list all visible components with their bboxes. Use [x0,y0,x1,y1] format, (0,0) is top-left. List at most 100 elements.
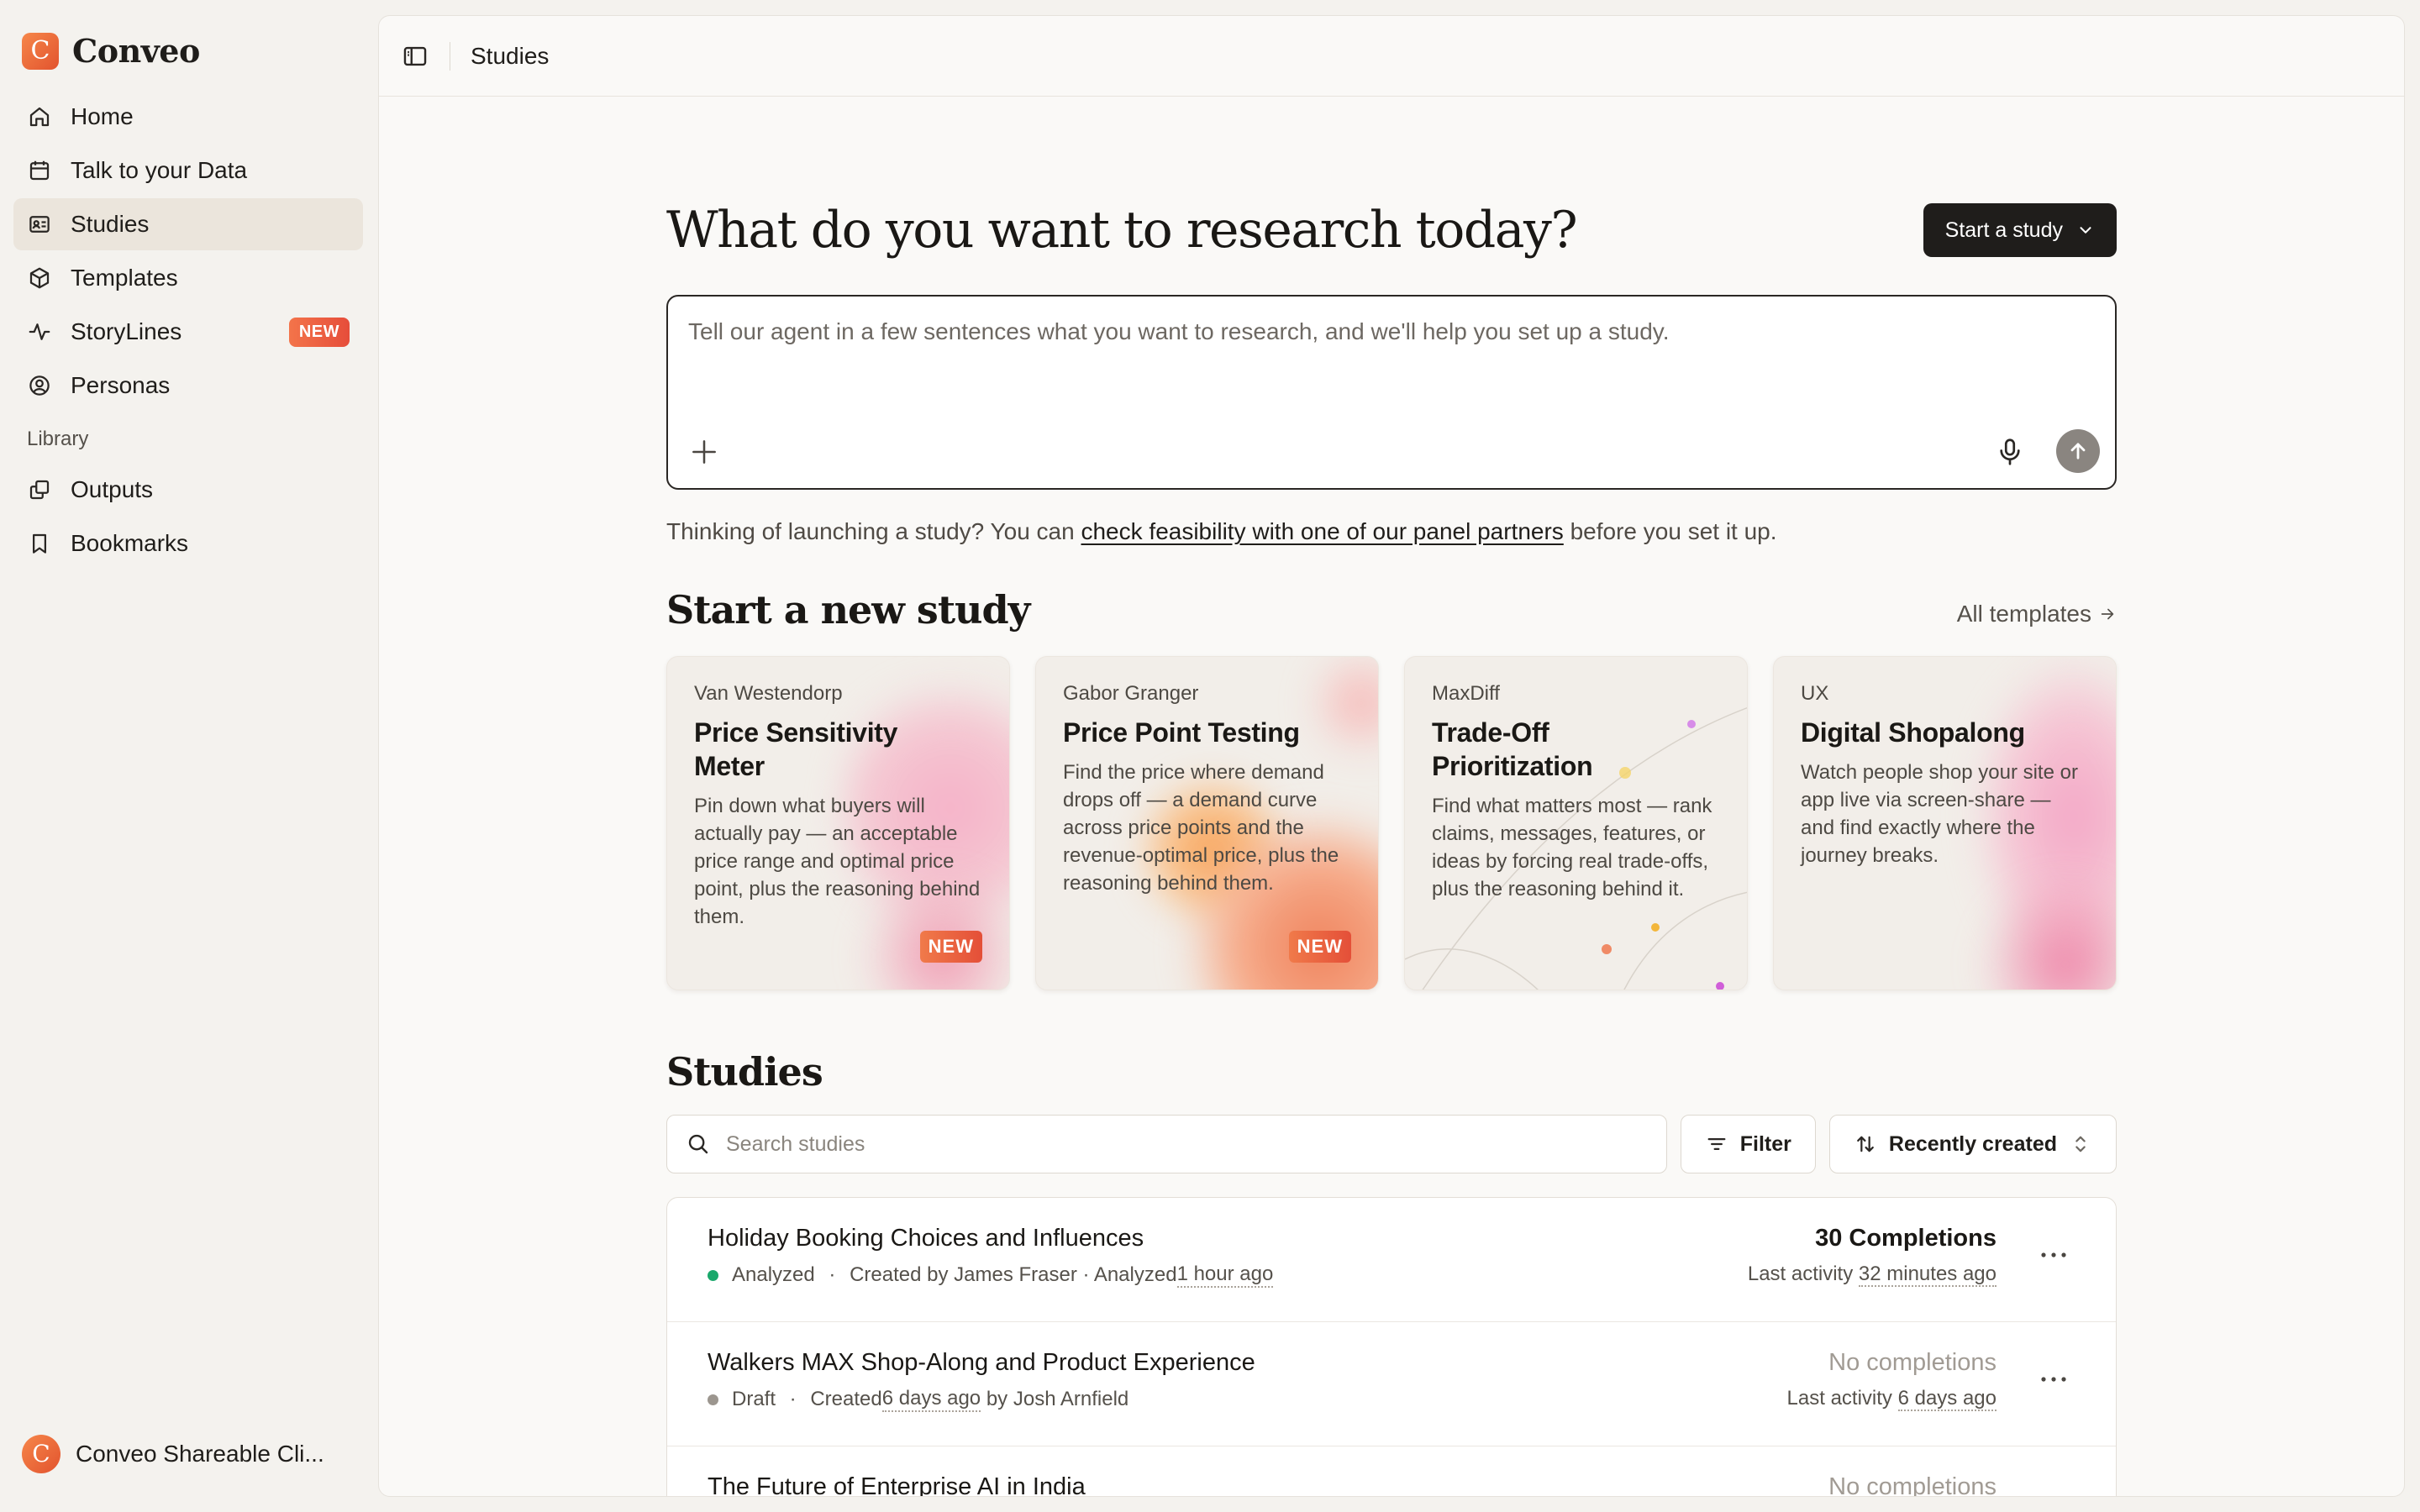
breadcrumb: Studies [471,42,550,69]
studies-toolbar: Filter Recently created [666,1115,2117,1173]
sidebar-item-studies[interactable]: Studies [13,198,363,250]
search-icon [688,1134,708,1154]
table-row[interactable]: Holiday Booking Choices and Influences A… [667,1198,2116,1322]
template-card-digital-shopalong[interactable]: UX Digital Shopalong Watch people shop y… [1773,656,2117,990]
template-card-price-point[interactable]: Gabor Granger Price Point Testing Find t… [1035,656,1379,990]
last-activity-time: 6 days ago [1897,1387,1996,1411]
study-stats: No completions Last activity 6 days ago [1787,1349,1996,1411]
study-stats: 30 Completions Last activity 32 minutes … [1747,1225,1996,1287]
pulse-icon [29,323,50,340]
study-meta-text: Created [810,1388,882,1410]
workspace-name: Conveo Shareable Cli... [76,1441,324,1467]
study-meta-text: Created by James Fraser · Analyzed [850,1263,1177,1286]
card-description: Watch people shop your site or app live … [1801,761,2078,867]
studies-title: Studies [666,1049,823,1095]
topbar: Studies [379,16,2404,97]
brand[interactable]: C Conveo [22,32,200,70]
last-activity-label: Last activity [1747,1263,1859,1285]
templates-title: Start a new study [666,587,1030,633]
more-options-icon[interactable] [2039,1373,2069,1386]
table-row[interactable]: Walkers MAX Shop-Along and Product Exper… [667,1322,2116,1446]
sidebar-item-outputs[interactable]: Outputs [13,464,363,516]
sort-select[interactable]: Recently created [1828,1115,2117,1173]
workspace-switcher[interactable]: C Conveo Shareable Cli... [22,1435,350,1473]
completions-count: 30 Completions [1815,1225,1996,1252]
box-icon [29,267,50,289]
status-badge: Draft [732,1388,776,1410]
status-badge: Analyzed [732,1263,815,1286]
search-box [666,1115,1667,1173]
send-button[interactable] [2056,429,2100,473]
filter-button[interactable]: Filter [1680,1115,1816,1173]
card-kicker: Gabor Granger [1063,682,1199,705]
sidebar-nav: Home Talk to your Data Studies Templates… [13,91,363,571]
hero-row: What do you want to research today? Star… [666,184,2117,276]
template-cards: Van Westendorp Price Sensitivity Meter P… [666,656,2117,990]
filter-label: Filter [1739,1131,1791,1156]
hint-prefix: Thinking of launching a study? You can [666,518,1081,544]
sidebar-item-storylines[interactable]: StoryLines NEW [13,306,363,358]
card-title: Price Sensitivity Meter [694,717,898,781]
new-badge: NEW [288,317,350,347]
plus-icon[interactable] [688,436,720,468]
card-title: Price Point Testing [1063,717,1300,748]
more-options-icon[interactable] [2039,1248,2069,1262]
sidebar-item-talk-to-your-data[interactable]: Talk to your Data [13,144,363,197]
sidebar-item-personas[interactable]: Personas [13,360,363,412]
template-card-price-sensitivity[interactable]: Van Westendorp Price Sensitivity Meter P… [666,656,1010,990]
sidebar-item-label: Templates [71,265,178,291]
all-templates-link[interactable]: All templates [1957,601,2117,627]
sidebar-item-home[interactable]: Home [13,91,363,143]
home-icon [29,107,50,127]
sort-label: Recently created [1888,1131,2057,1156]
templates-header: Start a new study All templates [666,587,2117,633]
content: What do you want to research today? Star… [666,184,2117,1496]
status-dot [708,1269,718,1281]
page-title: What do you want to research today? [666,201,1578,260]
last-activity: Last activity 6 days ago [1787,1387,1996,1411]
last-activity-time: 32 minutes ago [1858,1263,1996,1287]
new-badge: NEW [1288,931,1351,963]
template-card-trade-off[interactable]: MaxDiff Trade-Off Prioritization Find wh… [1404,656,1748,990]
sidebar-item-label: Bookmarks [71,530,189,556]
arrow-up-icon [2070,443,2086,459]
research-composer [666,295,2117,490]
table-row[interactable]: The Future of Enterprise AI in India No … [667,1446,2116,1496]
calendar-grid-icon [29,160,50,181]
card-title: Trade-Off Prioritization [1432,717,1593,781]
studies-list: Holiday Booking Choices and Influences A… [666,1197,2117,1496]
study-meta-author: by Josh Arnfield [981,1388,1129,1410]
sidebar: C Conveo Home Talk to your Data Studies … [0,0,378,1512]
study-stats: No completions [1828,1473,1996,1496]
study-meta-time: 1 hour ago [1176,1263,1274,1288]
arrow-right-icon [2101,608,2114,620]
sidebar-item-bookmarks[interactable]: Bookmarks [13,517,363,570]
chevron-down-icon [2080,227,2091,234]
conveo-logo-icon: C [22,32,59,70]
sidebar-item-label: Studies [71,211,150,237]
feasibility-link[interactable]: check feasibility with one of our panel … [1081,518,1563,544]
brand-name: Conveo [72,32,200,70]
sidebar-toggle-icon[interactable] [401,42,429,71]
microphone-icon[interactable] [1994,436,2026,468]
main-panel: Studies What do you want to research tod… [378,15,2405,1497]
sidebar-item-label: Talk to your Data [71,157,248,183]
study-meta-time: 6 days ago [881,1387,981,1412]
search-input[interactable] [726,1131,1648,1157]
start-study-button[interactable]: Start a study [1923,203,2117,257]
card-title: Digital Shopalong [1801,717,2025,748]
sidebar-item-label: Outputs [71,476,154,502]
chevron-up-down-icon [2075,1136,2086,1152]
card-kicker: Van Westendorp [694,682,843,705]
sidebar-item-templates[interactable]: Templates [13,252,363,304]
all-templates-label: All templates [1956,601,2091,627]
sort-arrows-icon [1857,1136,1874,1152]
library-heading: Library [27,428,89,450]
card-description: Find what matters most — rank claims, me… [1432,795,1712,900]
status-dot [708,1394,718,1405]
research-prompt-input[interactable] [688,315,2083,407]
feasibility-hint: Thinking of launching a study? You can c… [666,518,2117,545]
card-kicker: MaxDiff [1432,682,1500,705]
workspace-logo-icon: C [22,1435,60,1473]
meta-separator: · [823,1263,842,1286]
